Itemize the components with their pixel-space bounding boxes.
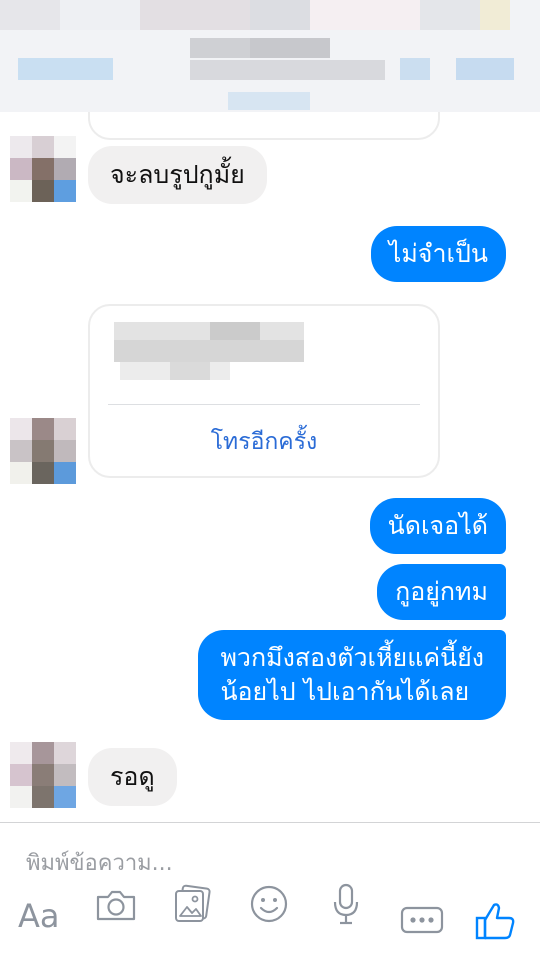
conversation-header-blurred bbox=[0, 0, 540, 112]
message-bubble-outgoing[interactable]: กูอยู่กทม bbox=[377, 564, 506, 620]
contact-avatar bbox=[10, 742, 76, 808]
message-bubble-outgoing[interactable]: ไม่จำเป็น bbox=[370, 226, 506, 282]
blurred-caller-name bbox=[114, 322, 304, 340]
message-line: พวกมึงสองตัวเหี้ยแค่นี้ยัง bbox=[220, 643, 484, 672]
previous-card-partial bbox=[88, 112, 440, 140]
message-bubble-outgoing[interactable]: นัดเจอได้ bbox=[369, 498, 506, 554]
message-bubble-incoming[interactable]: รอดู bbox=[88, 748, 177, 806]
message-input[interactable]: พิมพ์ข้อความ... bbox=[26, 845, 173, 880]
gallery-icon[interactable] bbox=[172, 884, 212, 928]
like-icon[interactable] bbox=[474, 900, 516, 946]
contact-avatar bbox=[10, 136, 76, 202]
message-list[interactable]: จะลบรูปกูมั้ย ไม่จำเป็น โทรอีกครั้ง นัดเ… bbox=[0, 112, 540, 822]
call-again-link[interactable]: โทรอีกครั้ง bbox=[90, 424, 438, 460]
message-line: น้อยไป ไปเอากันได้เลย bbox=[220, 677, 470, 706]
card-divider bbox=[108, 404, 420, 405]
camera-icon[interactable] bbox=[95, 888, 137, 926]
contact-avatar bbox=[10, 418, 76, 484]
message-bubble-incoming[interactable]: จะลบรูปกูมั้ย bbox=[88, 146, 267, 204]
microphone-icon[interactable] bbox=[332, 882, 360, 930]
missed-call-card[interactable]: โทรอีกครั้ง bbox=[88, 304, 440, 478]
more-icon[interactable] bbox=[400, 906, 444, 938]
message-bubble-outgoing[interactable]: พวกมึงสองตัวเหี้ยแค่นี้ยัง น้อยไป ไปเอาก… bbox=[198, 630, 506, 720]
text-format-icon[interactable]: Aa bbox=[18, 900, 60, 932]
emoji-icon[interactable] bbox=[249, 884, 289, 928]
